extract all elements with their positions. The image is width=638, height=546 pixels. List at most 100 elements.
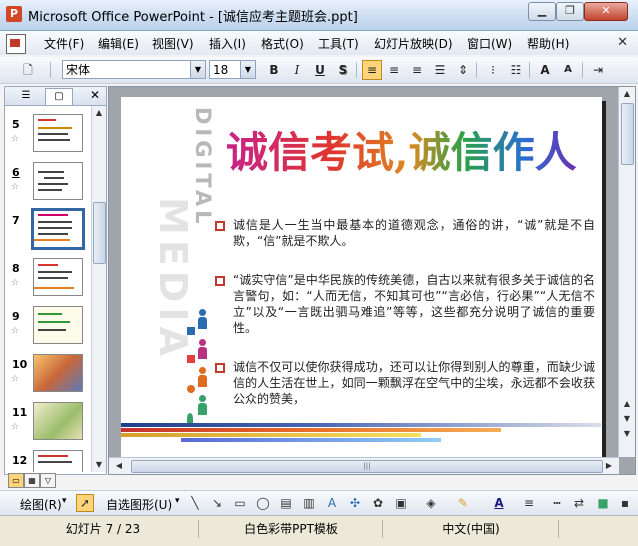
fill-color-icon[interactable]: ◈ bbox=[422, 494, 440, 512]
scroll-up-icon[interactable]: ▲ bbox=[620, 87, 634, 101]
transition-icon: ☆ bbox=[11, 278, 20, 288]
tab-slides[interactable]: ▢ bbox=[45, 88, 73, 105]
slide-thumbnail[interactable]: 11 ☆ bbox=[5, 402, 91, 446]
scroll-thumb[interactable]: ||| bbox=[131, 460, 603, 473]
slide-thumbnail-selected[interactable]: 7 bbox=[5, 208, 91, 254]
dash-style-icon[interactable]: ┅ bbox=[548, 494, 566, 512]
thumbnail-list: 5 ☆ 6 ☆ 7 8 ☆ 9 ☆ 10 ☆ 11 ☆ 12 bbox=[5, 106, 91, 472]
scroll-down-icon[interactable]: ▼ bbox=[92, 458, 106, 472]
panel-tabs: ☰ ▢ ✕ bbox=[5, 87, 106, 106]
font-size-combo[interactable]: 18 ▼ bbox=[209, 60, 256, 79]
close-document-icon[interactable]: ✕ bbox=[617, 35, 628, 50]
decrease-font-button[interactable]: A bbox=[558, 60, 578, 80]
new-document-icon[interactable]: 🗋 bbox=[18, 60, 38, 80]
chevron-down-icon[interactable]: ▼ bbox=[240, 61, 255, 78]
wordart-icon[interactable]: A bbox=[323, 494, 341, 512]
menu-file[interactable]: 文件(F) bbox=[44, 35, 84, 52]
menu-view[interactable]: 视图(V) bbox=[152, 35, 194, 52]
shadow-button[interactable]: S bbox=[333, 60, 353, 80]
document-icon[interactable] bbox=[6, 34, 26, 54]
slide-thumbnail[interactable]: 6 ☆ bbox=[5, 162, 91, 206]
distribute-icon[interactable]: ☰ bbox=[430, 60, 450, 80]
font-color-icon[interactable]: A bbox=[490, 494, 508, 512]
slide-vertical-scrollbar[interactable]: ▲ ▲ ▼ ▼ bbox=[618, 87, 635, 457]
line-color-icon[interactable]: ✎ bbox=[454, 494, 472, 512]
diagram-icon[interactable]: ✣ bbox=[346, 494, 364, 512]
scroll-right-icon[interactable]: ▶ bbox=[602, 459, 616, 473]
minimize-button[interactable]: ▁ bbox=[528, 2, 556, 21]
thumbnail-image bbox=[33, 450, 83, 472]
bullet-text: 诚信不仅可以使你获得成功，还可以让你得到别人的尊重，而缺少诚信的人生活在世上，如… bbox=[233, 360, 595, 406]
slide-thumbnail[interactable]: 9 ☆ bbox=[5, 306, 91, 350]
chevron-down-icon[interactable]: ▾ bbox=[175, 496, 180, 506]
slide-thumbnail[interactable]: 8 ☆ bbox=[5, 258, 91, 302]
menu-bar: 文件(F) 编辑(E) 视图(V) 插入(I) 格式(O) 工具(T) 幻灯片放… bbox=[0, 31, 638, 55]
bold-button[interactable]: B bbox=[264, 60, 284, 80]
menu-slideshow[interactable]: 幻灯片放映(D) bbox=[374, 35, 453, 52]
menu-edit[interactable]: 编辑(E) bbox=[98, 35, 139, 52]
autoshape-menu-button[interactable]: 自选图形(U) bbox=[106, 496, 172, 513]
increase-font-button[interactable]: A bbox=[535, 60, 555, 80]
arrow-style-icon[interactable]: ⇄ bbox=[570, 494, 588, 512]
previous-slide-icon[interactable]: ▲ bbox=[620, 397, 634, 411]
chevron-down-icon[interactable]: ▼ bbox=[190, 61, 205, 78]
thumbnail-scrollbar[interactable]: ▲ ▼ bbox=[91, 106, 106, 472]
slideshow-icon[interactable]: ▽ bbox=[40, 473, 56, 488]
textbox-tool-icon[interactable]: ▤ bbox=[277, 494, 295, 512]
italic-button[interactable]: I bbox=[287, 60, 307, 80]
bullet-item[interactable]: “诚实守信”是中华民族的传统美德，自古以来就有很多关于诚信的名言警句，如：“人而… bbox=[215, 272, 595, 336]
bullet-list-icon[interactable]: ☷ bbox=[506, 60, 526, 80]
numbered-list-icon[interactable]: ⁝ bbox=[483, 60, 503, 80]
line-spacing-icon[interactable]: ⇕ bbox=[453, 60, 473, 80]
scroll-left-icon[interactable]: ◀ bbox=[112, 459, 126, 473]
scroll-thumb[interactable] bbox=[93, 202, 106, 264]
bullet-item[interactable]: 诚信不仅可以使你获得成功，还可以让你得到别人的尊重，而缺少诚信的人生活在世上，如… bbox=[215, 359, 595, 407]
menu-format[interactable]: 格式(O) bbox=[261, 35, 304, 52]
vertical-textbox-icon[interactable]: ▥ bbox=[300, 494, 318, 512]
slide-number: 10 bbox=[12, 358, 28, 371]
align-left-icon[interactable]: ≡ bbox=[362, 60, 382, 80]
slide-thumbnail[interactable]: 5 ☆ bbox=[5, 114, 91, 158]
font-name-combo[interactable]: 宋体 ▼ bbox=[62, 60, 206, 79]
3d-style-icon[interactable]: ▪ bbox=[616, 494, 634, 512]
draw-menu-button[interactable]: 绘图(R) bbox=[20, 496, 62, 513]
menu-insert[interactable]: 插入(I) bbox=[209, 35, 246, 52]
line-style-icon[interactable]: ≡ bbox=[520, 494, 538, 512]
rectangle-tool-icon[interactable]: ▭ bbox=[231, 494, 249, 512]
close-button[interactable]: ✕ bbox=[584, 2, 628, 21]
menu-window[interactable]: 窗口(W) bbox=[467, 35, 512, 52]
chevron-down-icon[interactable]: ▾ bbox=[62, 496, 67, 506]
slide-sorter-icon[interactable]: ▦ bbox=[24, 473, 40, 488]
transition-icon: ☆ bbox=[11, 134, 20, 144]
bullet-text: 诚信是人一生当中最基本的道德观念，通俗的讲，“诚”就是不自欺，“信”就是不欺人。 bbox=[233, 218, 595, 248]
slide-title[interactable]: 诚信考试,诚信作人 bbox=[226, 119, 577, 180]
menu-tools[interactable]: 工具(T) bbox=[318, 35, 359, 52]
slide-horizontal-scrollbar[interactable]: ◀ ||| ▶ bbox=[109, 457, 619, 474]
bullet-item[interactable]: 诚信是人一生当中最基本的道德观念，通俗的讲，“诚”就是不自欺，“信”就是不欺人。 bbox=[215, 217, 595, 249]
scroll-down-icon[interactable]: ▼ bbox=[620, 412, 634, 426]
oval-tool-icon[interactable]: ◯ bbox=[254, 494, 272, 512]
slide-thumbnail[interactable]: 12 bbox=[5, 450, 91, 472]
close-icon[interactable]: ✕ bbox=[90, 88, 100, 102]
picture-icon[interactable]: ▣ bbox=[392, 494, 410, 512]
drawing-toolbar: 绘图(R) ▾ ➚ 自选图形(U) ▾ ╲ ↘ ▭ ◯ ▤ ▥ A ✣ ✿ ▣ … bbox=[0, 490, 638, 515]
indent-icon[interactable]: ⇥ bbox=[588, 60, 608, 80]
slide-thumbnail[interactable]: 10 ☆ bbox=[5, 354, 91, 398]
restore-button[interactable]: ❐ bbox=[556, 2, 584, 21]
slide-number: 6 bbox=[12, 166, 20, 179]
clipart-icon[interactable]: ✿ bbox=[369, 494, 387, 512]
underline-button[interactable]: U bbox=[310, 60, 330, 80]
line-tool-icon[interactable]: ╲ bbox=[186, 494, 204, 512]
scroll-thumb[interactable] bbox=[621, 103, 634, 165]
scroll-up-icon[interactable]: ▲ bbox=[92, 106, 106, 120]
select-pointer-icon[interactable]: ➚ bbox=[76, 494, 94, 512]
shadow-style-icon[interactable]: ■ bbox=[594, 494, 612, 512]
align-center-icon[interactable]: ≡ bbox=[384, 60, 404, 80]
arrow-tool-icon[interactable]: ↘ bbox=[208, 494, 226, 512]
slide-canvas[interactable]: DIGITAL MEDIA 诚信考试,诚信作人 诚信是人一生当中最基本的道德观念… bbox=[121, 97, 602, 459]
next-slide-icon[interactable]: ▼ bbox=[620, 427, 634, 441]
align-right-icon[interactable]: ≡ bbox=[407, 60, 427, 80]
normal-view-icon[interactable]: ▭ bbox=[8, 473, 24, 488]
tab-outline[interactable]: ☰ bbox=[13, 88, 39, 104]
menu-help[interactable]: 帮助(H) bbox=[527, 35, 569, 52]
